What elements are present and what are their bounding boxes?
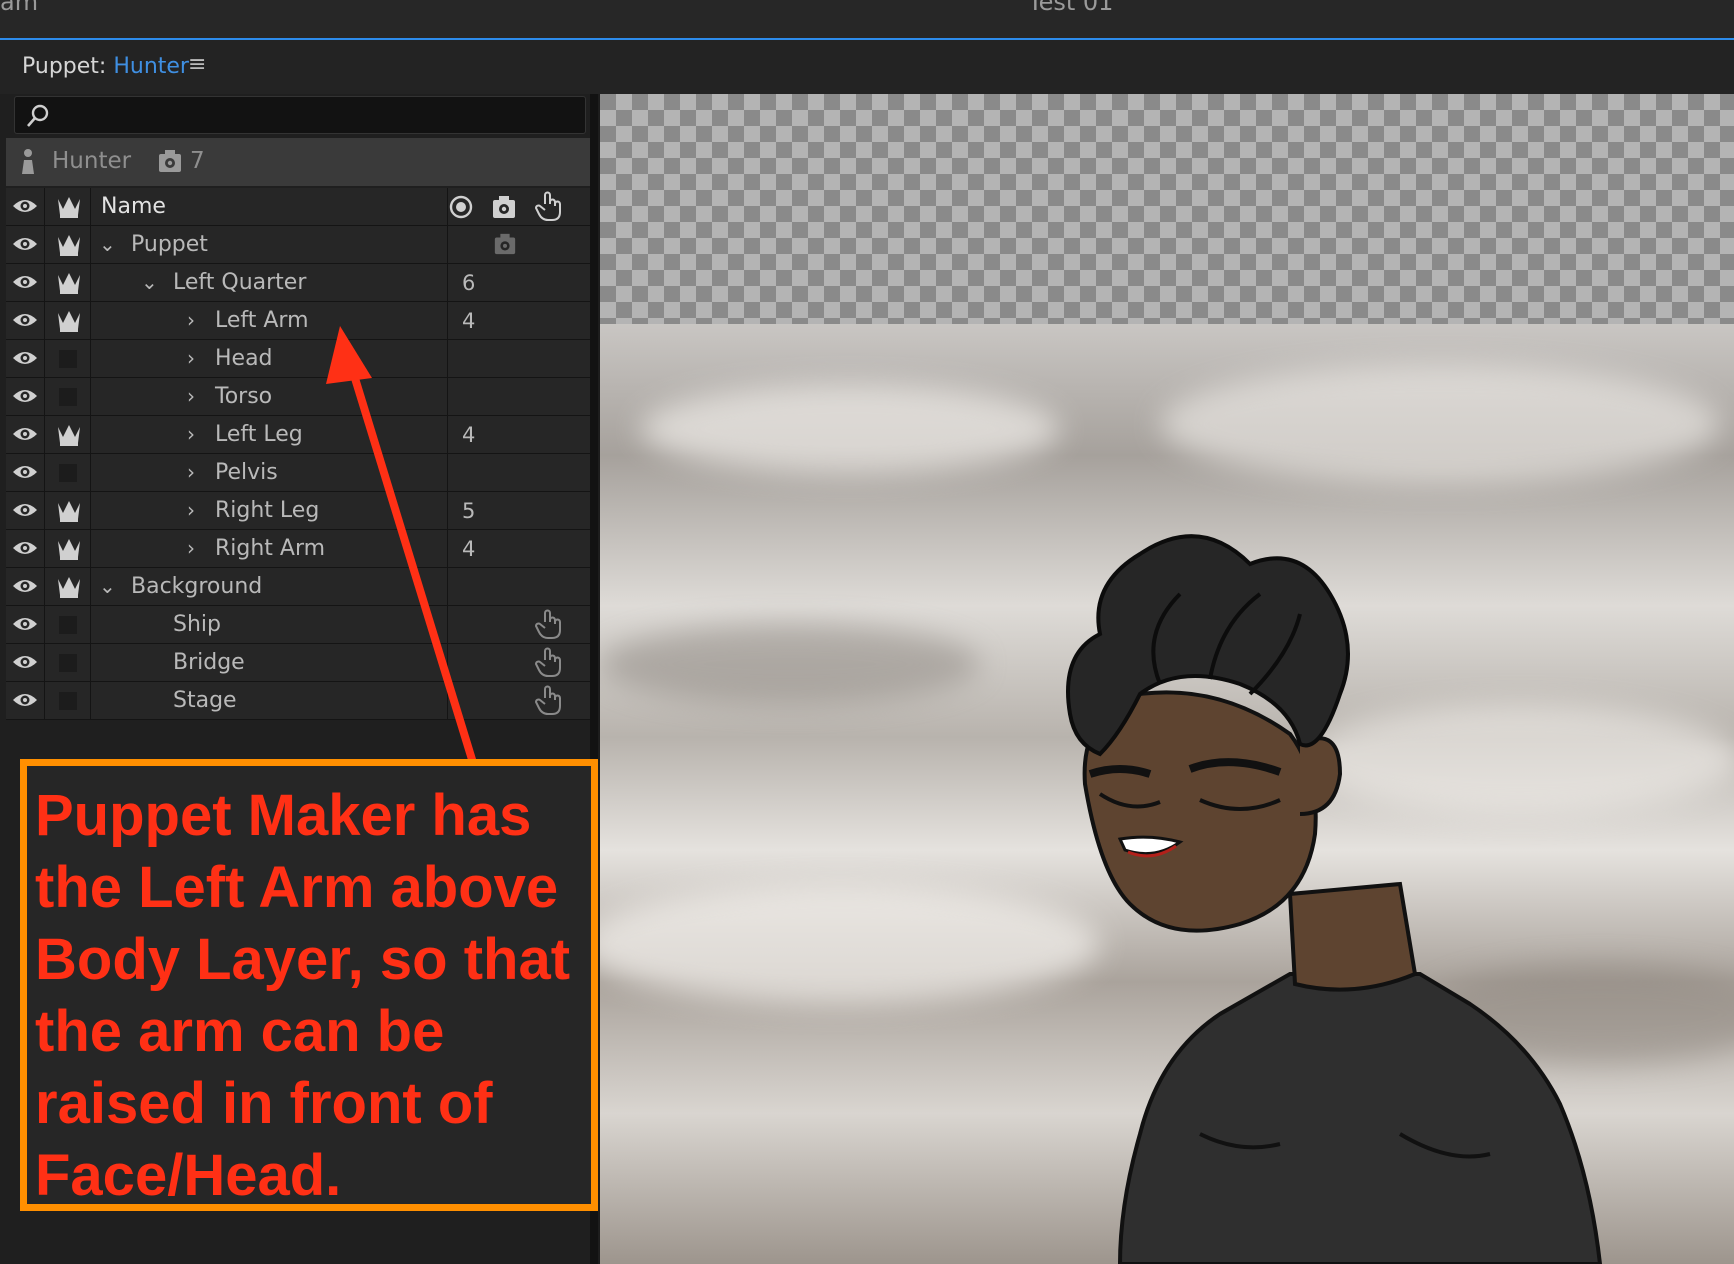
tree-row-label: Pelvis bbox=[215, 460, 278, 485]
visibility-eye-icon[interactable] bbox=[11, 652, 39, 672]
crown-icon[interactable] bbox=[56, 537, 82, 561]
name-column-header[interactable]: Name bbox=[101, 194, 166, 219]
visibility-eye-icon[interactable] bbox=[11, 462, 39, 482]
chevron-right-icon[interactable]: › bbox=[187, 498, 195, 522]
hamburger-icon[interactable]: ≡ bbox=[188, 52, 206, 77]
visibility-eye-icon[interactable] bbox=[11, 196, 39, 216]
tree-row-label: Left Arm bbox=[215, 308, 309, 333]
behavior-gear-icon[interactable] bbox=[492, 232, 518, 256]
crown-icon[interactable] bbox=[56, 271, 82, 295]
puppet-layer-tree: Name ⌄ Puppet ⌄ Left Quarter 6 › Left Ar… bbox=[6, 188, 594, 720]
app-title-bar: am Test 01 bbox=[0, 0, 1734, 40]
behavior-gear-icon bbox=[159, 150, 181, 172]
visibility-eye-icon[interactable] bbox=[11, 310, 39, 330]
visibility-eye-icon[interactable] bbox=[11, 348, 39, 368]
tree-row-right-leg[interactable]: › Right Leg 5 bbox=[6, 492, 594, 530]
tree-row-stage[interactable]: Stage bbox=[6, 682, 594, 720]
crown-icon[interactable] bbox=[56, 309, 82, 333]
left-title-fragment: am bbox=[0, 0, 39, 16]
independent-toggle[interactable] bbox=[59, 616, 77, 634]
crown-icon[interactable] bbox=[56, 195, 82, 219]
chevron-right-icon[interactable]: › bbox=[187, 422, 195, 446]
tree-row-pelvis[interactable]: › Pelvis bbox=[6, 454, 594, 492]
independent-toggle[interactable] bbox=[59, 692, 77, 710]
puppet-panel-header: Puppet: Hunter ≡ bbox=[0, 40, 1734, 94]
tree-row-label: Right Arm bbox=[215, 536, 326, 561]
handle-hand-icon[interactable] bbox=[534, 190, 562, 222]
search-icon bbox=[27, 104, 49, 127]
chevron-right-icon[interactable]: › bbox=[187, 460, 195, 484]
scene-title: Test 01 bbox=[1028, 0, 1114, 16]
tree-row-ship[interactable]: Ship bbox=[6, 606, 594, 644]
crown-icon[interactable] bbox=[56, 499, 82, 523]
handle-count: 5 bbox=[462, 499, 476, 523]
crown-icon[interactable] bbox=[56, 233, 82, 257]
handle-count: 6 bbox=[462, 271, 476, 295]
handle-hand-icon[interactable] bbox=[534, 608, 562, 640]
panel-title-prefix: Puppet: bbox=[22, 54, 107, 79]
chevron-right-icon[interactable]: › bbox=[187, 384, 195, 408]
visibility-eye-icon[interactable] bbox=[11, 424, 39, 444]
chevron-right-icon[interactable]: › bbox=[187, 308, 195, 332]
behavior-count: 7 bbox=[190, 148, 205, 174]
visibility-eye-icon[interactable] bbox=[11, 690, 39, 710]
chevron-down-icon[interactable]: ⌄ bbox=[99, 232, 116, 256]
handle-hand-icon[interactable] bbox=[534, 684, 562, 716]
visibility-eye-icon[interactable] bbox=[11, 500, 39, 520]
independent-toggle[interactable] bbox=[59, 654, 77, 672]
tree-header-row: Name bbox=[6, 188, 594, 226]
visibility-eye-icon[interactable] bbox=[11, 614, 39, 634]
tree-row-label: Puppet bbox=[131, 232, 208, 257]
chevron-down-icon[interactable]: ⌄ bbox=[141, 270, 158, 294]
origin-target-icon[interactable] bbox=[448, 194, 474, 220]
tree-row-left-leg[interactable]: › Left Leg 4 bbox=[6, 416, 594, 454]
independent-toggle[interactable] bbox=[59, 350, 77, 368]
handle-count: 4 bbox=[462, 423, 476, 447]
hunter-character-artwork bbox=[1066, 534, 1603, 1264]
handle-count: 4 bbox=[462, 537, 476, 561]
puppet-canvas[interactable] bbox=[600, 94, 1734, 1264]
behavior-gear-icon[interactable] bbox=[490, 194, 518, 220]
chevron-right-icon[interactable]: › bbox=[187, 536, 195, 560]
tree-row-right-arm[interactable]: › Right Arm 4 bbox=[6, 530, 594, 568]
handle-count: 4 bbox=[462, 309, 476, 333]
panel-puppet-name[interactable]: Hunter bbox=[113, 54, 189, 79]
tree-row-label: Right Leg bbox=[215, 498, 320, 523]
crown-icon[interactable] bbox=[56, 575, 82, 599]
search-input[interactable] bbox=[14, 96, 586, 134]
tree-row-label: Left Quarter bbox=[173, 270, 307, 295]
puppet-person-icon bbox=[22, 149, 34, 174]
puppet-summary-name: Hunter bbox=[52, 148, 132, 174]
visibility-eye-icon[interactable] bbox=[11, 272, 39, 292]
chevron-down-icon[interactable]: ⌄ bbox=[99, 574, 116, 598]
panel-title: Puppet: Hunter bbox=[22, 54, 189, 79]
tree-row-label: Bridge bbox=[173, 650, 245, 675]
tree-row-label: Background bbox=[131, 574, 263, 599]
independent-toggle[interactable] bbox=[59, 388, 77, 406]
tree-row-left-arm[interactable]: › Left Arm 4 bbox=[6, 302, 594, 340]
tree-row-left-quarter[interactable]: ⌄ Left Quarter 6 bbox=[6, 264, 594, 302]
visibility-eye-icon[interactable] bbox=[11, 576, 39, 596]
visibility-eye-icon[interactable] bbox=[11, 538, 39, 558]
crown-icon[interactable] bbox=[56, 423, 82, 447]
independent-toggle[interactable] bbox=[59, 464, 77, 482]
tree-row-label: Ship bbox=[173, 612, 221, 637]
handle-hand-icon[interactable] bbox=[534, 646, 562, 678]
tree-row-label: Stage bbox=[173, 688, 237, 713]
tree-row-label: Head bbox=[215, 346, 273, 371]
tree-row-background[interactable]: ⌄ Background bbox=[6, 568, 594, 606]
visibility-eye-icon[interactable] bbox=[11, 234, 39, 254]
tree-row-bridge[interactable]: Bridge bbox=[6, 644, 594, 682]
tree-row-torso[interactable]: › Torso bbox=[6, 378, 594, 416]
tree-row-label: Left Leg bbox=[215, 422, 303, 447]
chevron-right-icon[interactable]: › bbox=[187, 346, 195, 370]
tree-row-label: Torso bbox=[215, 384, 273, 409]
puppet-summary-bar[interactable]: Hunter 7 bbox=[6, 138, 594, 186]
annotation-callout: Puppet Maker has the Left Arm above Body… bbox=[20, 759, 598, 1211]
tree-row-puppet[interactable]: ⌄ Puppet bbox=[6, 226, 594, 264]
visibility-eye-icon[interactable] bbox=[11, 386, 39, 406]
annotation-text: Puppet Maker has the Left Arm above Body… bbox=[35, 783, 571, 1208]
tree-row-head[interactable]: › Head bbox=[6, 340, 594, 378]
